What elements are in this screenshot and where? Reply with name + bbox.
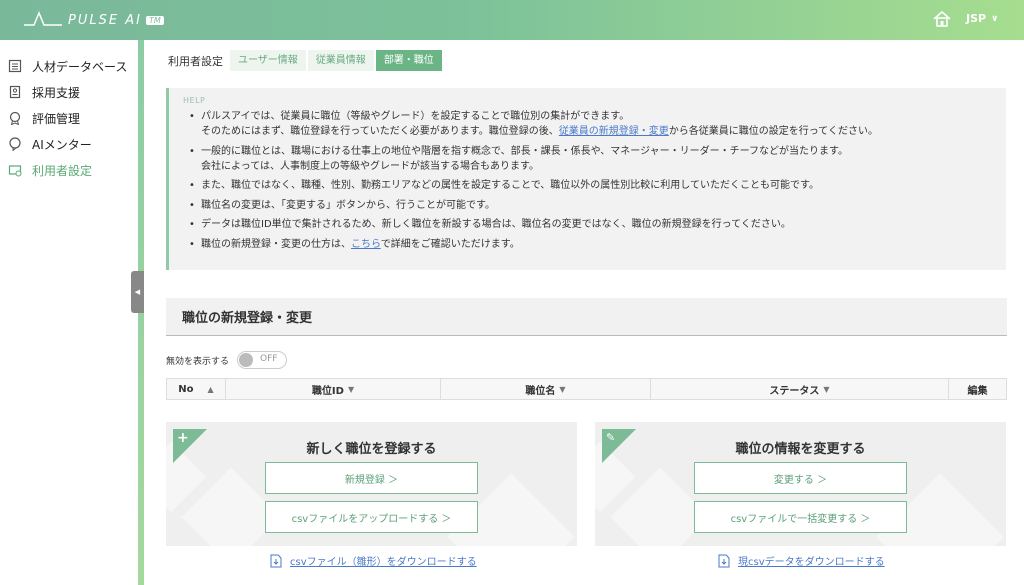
toggle-knob (239, 353, 254, 367)
help-text: 会社によっては、人事制度上の等級やグレードが該当する場合もあります。 (201, 160, 539, 172)
help-item: データは職位ID単位で集計されるため、新しく職位を新設する場合は、職位名の変更で… (183, 217, 1006, 232)
sidebar-item-recruit[interactable]: 採用支援 (0, 79, 138, 105)
user-name: JSP (966, 12, 987, 25)
csv-bulk-change-button[interactable]: csvファイルで一括変更する ＞ (694, 501, 907, 533)
details-link[interactable]: こちら (351, 239, 381, 250)
sidebar-item-label: AIメンター (32, 137, 92, 152)
collapse-left-icon: ◀ (134, 288, 141, 296)
page-title: 利用者設定 (168, 54, 223, 68)
chevron-down-icon: ∨ (991, 13, 999, 24)
logo-tm: TM (145, 15, 164, 25)
help-text-post: で詳細をご確認いただけます。 (380, 238, 520, 250)
help-text: また、職位ではなく、職種、性別、勤務エリアなどの属性を設定することで、職位以外の… (201, 180, 819, 191)
help-text: そのためにはまず、職位登録を行っていただく必要があります。職位登録の後、従業員の… (201, 124, 1006, 139)
sort-asc-icon: ▲ (207, 384, 214, 394)
home-icon[interactable] (932, 9, 952, 33)
sidebar-item-database[interactable]: 人材データベース (0, 53, 138, 79)
sidebar-item-label: 採用支援 (32, 85, 81, 100)
download-current-csv-link[interactable]: 現csvデータをダウンロードする (718, 553, 885, 568)
column-header-position-id[interactable]: 職位ID ▼ (226, 379, 441, 399)
user-settings-icon (8, 165, 22, 177)
help-text: パルスアイでは、従業員に職位（等級やグレード）を設定することで職位別の集計ができ… (201, 111, 630, 122)
help-text: データは職位ID単位で集計されるため、新しく職位を新設する場合は、職位名の変更で… (201, 219, 791, 230)
column-header-edit: 編集 (949, 379, 1006, 399)
show-disabled-row: 無効を表示する OFF (166, 351, 288, 369)
sort-desc-icon: ▼ (559, 384, 566, 394)
sidebar-item-label: 利用者設定 (32, 163, 93, 178)
card-title: 新しく職位を登録する (306, 442, 437, 457)
pulse-logo-icon (24, 11, 62, 26)
help-text-pre: そのためにはまず、職位登録を行っていただく必要があります。職位登録の後、 (201, 126, 559, 137)
mentor-icon (9, 137, 21, 151)
help-text: 一般的に職位とは、職場における仕事上の地位や階層を指す概念で、部長・課長・係長や… (201, 145, 848, 157)
change-position-card: ✎ 職位の情報を変更する 変更する ＞ csvファイルで一括変更する ＞ (595, 422, 1006, 546)
change-button[interactable]: 変更する ＞ (694, 462, 907, 494)
breadcrumb: 利用者設定 ユーザー情報 従業員情報 部署・職位 (168, 50, 444, 71)
register-position-card: + 新しく職位を登録する 新規登録 ＞ csvファイルをアップロードする ＞ (166, 422, 577, 546)
download-template-link[interactable]: csvファイル（雛形）をダウンロードする (270, 553, 477, 568)
card-title: 職位の情報を変更する (735, 442, 866, 457)
sidebar-item-label: 評価管理 (32, 111, 81, 126)
recruit-icon (9, 85, 21, 99)
help-item: パルスアイでは、従業員に職位（等級やグレード）を設定することで職位別の集計ができ… (183, 109, 1006, 139)
csv-upload-button[interactable]: csvファイルをアップロードする ＞ (265, 501, 478, 533)
user-menu[interactable]: JSP ∨ (966, 12, 998, 25)
download-template-label: csvファイル（雛形）をダウンロードする (290, 557, 477, 568)
help-item: また、職位ではなく、職種、性別、勤務エリアなどの属性を設定することで、職位以外の… (183, 178, 1006, 193)
sidebar-item-label: 人材データベース (32, 59, 128, 74)
help-item: 職位名の変更は、「変更する」ボタンから、行うことが可能です。 (183, 198, 1006, 213)
evaluation-icon (9, 111, 21, 125)
toggle-state: OFF (260, 354, 278, 364)
sort-desc-icon: ▼ (823, 384, 830, 394)
sidebar-item-evaluation[interactable]: 評価管理 (0, 105, 138, 131)
help-text: 職位名の変更は、「変更する」ボタンから、行うことが可能です。 (201, 199, 495, 211)
file-download-icon (718, 554, 730, 567)
sidebar-item-user-settings[interactable]: 利用者設定 (0, 157, 138, 183)
file-download-icon (270, 554, 282, 567)
app-header: PULSE AI TM JSP ∨ (0, 0, 1024, 40)
employee-register-link[interactable]: 従業員の新規登録・変更 (559, 126, 669, 137)
column-label: 職位ID (311, 385, 344, 397)
show-disabled-toggle[interactable]: OFF (237, 351, 288, 369)
help-text-pre: 職位の新規登録・変更の仕方は、 (201, 238, 351, 250)
position-table-header: No ▲ 職位ID ▼ 職位名 ▼ ステータス ▼ 編集 (166, 378, 1007, 400)
database-icon (8, 59, 22, 73)
tab-employee-info[interactable]: 従業員情報 (307, 50, 374, 71)
column-header-position-name[interactable]: 職位名 ▼ (441, 379, 651, 399)
column-label: 編集 (967, 385, 988, 397)
help-item: 一般的に職位とは、職場における仕事上の地位や階層を指す概念で、部長・課長・係長や… (183, 144, 1006, 174)
download-current-label: 現csvデータをダウンロードする (738, 557, 885, 568)
logo[interactable]: PULSE AI TM (24, 11, 164, 29)
column-header-no[interactable]: No ▲ (167, 379, 226, 399)
sidebar-collapse-button[interactable]: ◀ (131, 271, 144, 313)
tab-user-info[interactable]: ユーザー情報 (230, 50, 306, 71)
sidebar-item-mentor[interactable]: AIメンター (0, 131, 138, 157)
tab-department-position[interactable]: 部署・職位 (375, 50, 442, 71)
toggle-label: 無効を表示する (166, 356, 230, 367)
new-register-button[interactable]: 新規登録 ＞ (265, 462, 478, 494)
help-label: HELP (183, 96, 206, 105)
main-content: 利用者設定 ユーザー情報 従業員情報 部署・職位 HELP パルスアイでは、従業… (144, 40, 1024, 585)
column-header-status[interactable]: ステータス ▼ (651, 379, 949, 399)
section-title: 職位の新規登録・変更 (166, 298, 1007, 336)
column-label: No (178, 383, 194, 395)
logo-text: PULSE AI (68, 12, 142, 28)
column-label: 職位名 (525, 385, 556, 397)
sidebar: 人材データベース 採用支援 評価管理 AIメンター 利用者設定 (0, 40, 138, 585)
help-box: HELP パルスアイでは、従業員に職位（等級やグレード）を設定することで職位別の… (166, 88, 1006, 270)
help-text-post: から各従業員に職位の設定を行ってください。 (668, 126, 879, 137)
column-label: ステータス (769, 385, 820, 397)
sort-desc-icon: ▼ (347, 384, 355, 394)
help-item: 職位の新規登録・変更の仕方は、こちらで詳細をご確認いただけます。 (183, 237, 1006, 252)
